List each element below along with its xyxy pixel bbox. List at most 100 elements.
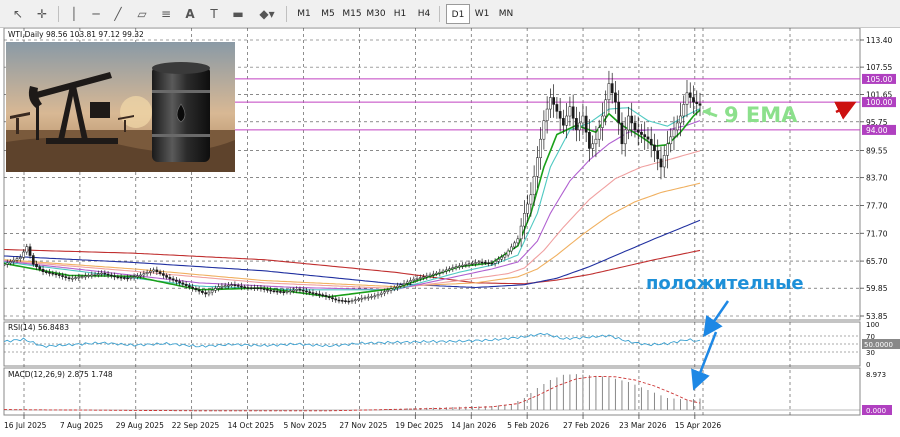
candle-body bbox=[220, 285, 224, 288]
toolbar-separator bbox=[286, 6, 287, 22]
candle-body bbox=[93, 274, 97, 276]
timeframe-h4[interactable]: H4 bbox=[412, 4, 436, 24]
crosshair-icon[interactable]: ✛ bbox=[32, 4, 52, 24]
price-tick-label: 89.55 bbox=[866, 147, 888, 156]
candle-body bbox=[132, 276, 136, 278]
candle-body bbox=[41, 269, 45, 272]
timeframe-mn[interactable]: MN bbox=[494, 4, 518, 24]
candle-body bbox=[266, 289, 269, 291]
timeframe-h1[interactable]: H1 bbox=[388, 4, 412, 24]
timeframe-m5[interactable]: M5 bbox=[316, 4, 340, 24]
candle-body bbox=[162, 273, 165, 276]
candle-body bbox=[129, 277, 133, 279]
price-level-badge-text: 100.00 bbox=[866, 98, 892, 107]
candle-body bbox=[204, 292, 207, 295]
candle-body bbox=[83, 275, 87, 278]
price-tick-label: 77.70 bbox=[866, 201, 888, 210]
text-label-icon[interactable]: T bbox=[204, 4, 224, 24]
rectangle-icon[interactable]: ▬ bbox=[228, 4, 248, 24]
candle-body bbox=[288, 290, 292, 292]
candle-body bbox=[588, 131, 591, 149]
candle-body bbox=[139, 274, 142, 277]
candle-body bbox=[269, 289, 273, 292]
time-tick-label: 7 Aug 2025 bbox=[60, 421, 103, 430]
candle-body bbox=[672, 129, 676, 138]
time-tick-label: 27 Nov 2025 bbox=[339, 421, 387, 430]
candle-body bbox=[575, 118, 578, 131]
candle-body bbox=[295, 289, 299, 291]
candle-body bbox=[214, 288, 217, 291]
candle-body bbox=[175, 279, 178, 282]
candle-body bbox=[292, 289, 295, 292]
time-tick-label: 5 Feb 2026 bbox=[507, 421, 549, 430]
candle-body bbox=[298, 289, 302, 291]
candle-body bbox=[256, 287, 260, 290]
price-tick-label: 113.40 bbox=[866, 36, 892, 45]
candle-body bbox=[627, 115, 630, 131]
candle-body bbox=[357, 298, 360, 301]
candle-body bbox=[568, 106, 572, 117]
candle-body bbox=[542, 120, 546, 140]
candle-body bbox=[620, 122, 624, 145]
candle-body bbox=[597, 127, 601, 140]
trendline-icon[interactable]: ╱ bbox=[108, 4, 128, 24]
candle-body bbox=[249, 287, 253, 289]
candle-body bbox=[18, 257, 22, 260]
candle-body bbox=[373, 295, 377, 298]
candle-body bbox=[532, 176, 536, 196]
candle-body bbox=[135, 275, 139, 278]
candle-body bbox=[100, 272, 103, 275]
channel-icon[interactable]: ▱ bbox=[132, 4, 152, 24]
candle-body bbox=[692, 97, 695, 103]
candle-body bbox=[230, 284, 234, 286]
timeframe-m15[interactable]: M15 bbox=[340, 4, 364, 24]
candle-body bbox=[653, 144, 656, 152]
fibonacci-icon[interactable]: ≡ bbox=[156, 4, 176, 24]
timeframe-m30[interactable]: M30 bbox=[364, 4, 388, 24]
candle-body bbox=[233, 284, 237, 286]
candle-body bbox=[165, 275, 168, 278]
candle-body bbox=[126, 277, 129, 280]
candle-body bbox=[376, 294, 380, 297]
candle-body bbox=[662, 155, 666, 168]
candle-body bbox=[438, 271, 442, 274]
time-tick-label: 22 Sep 2025 bbox=[172, 421, 220, 430]
candle-body bbox=[54, 273, 58, 276]
candle-body bbox=[448, 268, 451, 271]
candle-body bbox=[695, 101, 699, 104]
candle-body bbox=[363, 297, 367, 299]
price-tick-label: 83.70 bbox=[866, 174, 888, 183]
timeframe-m1[interactable]: M1 bbox=[292, 4, 316, 24]
candle-body bbox=[9, 261, 12, 264]
price-tick-label: 53.85 bbox=[866, 312, 888, 321]
candle-body bbox=[519, 225, 523, 240]
shapes-icon[interactable]: ◆▾ bbox=[254, 4, 280, 24]
candle-body bbox=[431, 273, 435, 276]
candle-body bbox=[262, 288, 266, 290]
candle-body bbox=[679, 115, 682, 124]
candle-body bbox=[487, 262, 490, 264]
timeframe-w1[interactable]: W1 bbox=[470, 4, 494, 24]
candle-body bbox=[539, 138, 542, 158]
text-icon[interactable]: A bbox=[180, 4, 200, 24]
candle-body bbox=[389, 288, 393, 291]
candle-body bbox=[412, 278, 416, 281]
candle-body bbox=[392, 287, 396, 290]
candle-body bbox=[470, 262, 474, 265]
candle-body bbox=[119, 276, 123, 279]
timeframe-d1[interactable]: D1 bbox=[446, 4, 470, 24]
candle-body bbox=[454, 266, 458, 269]
vertical-line-icon[interactable]: │ bbox=[64, 4, 84, 24]
candle-body bbox=[77, 276, 81, 279]
candle-body bbox=[571, 106, 575, 119]
candle-body bbox=[344, 300, 347, 302]
horizontal-line-icon[interactable]: ─ bbox=[86, 4, 106, 24]
cursor-icon[interactable]: ↖ bbox=[8, 4, 28, 24]
candle-body bbox=[688, 92, 692, 98]
candle-body bbox=[275, 290, 279, 293]
candle-body bbox=[28, 246, 32, 256]
macd-value-badge-text: 0.000 bbox=[866, 407, 886, 415]
candle-body bbox=[669, 136, 673, 145]
candle-body bbox=[480, 261, 484, 264]
candle-body bbox=[506, 250, 510, 256]
